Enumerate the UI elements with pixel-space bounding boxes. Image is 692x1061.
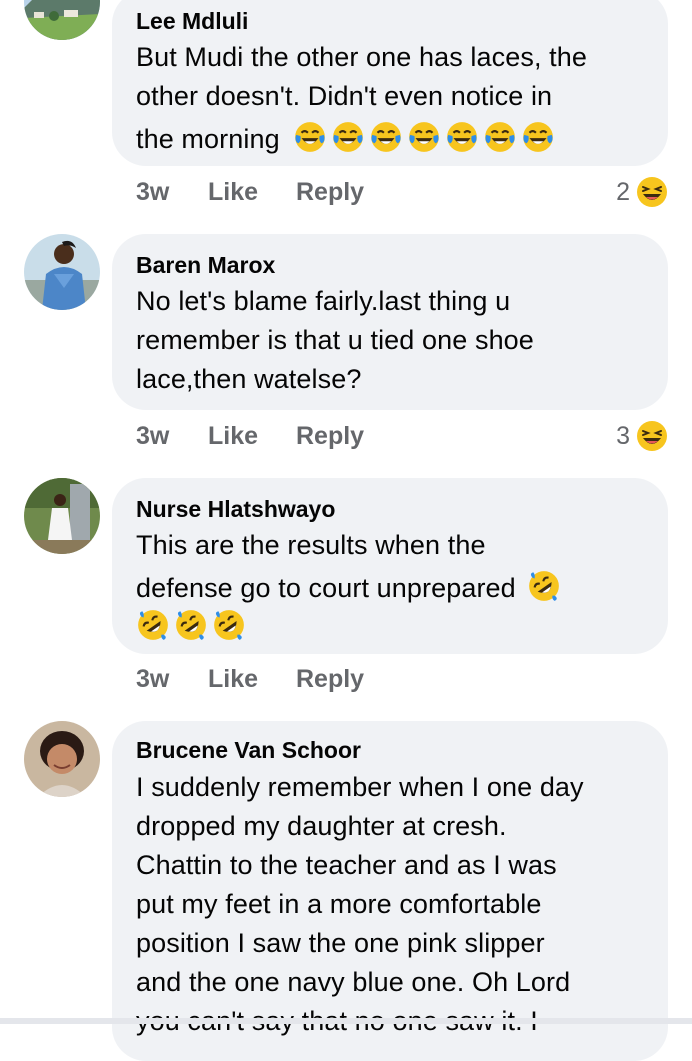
comment-text-line: remember is that u tied one shoe: [136, 325, 534, 355]
comment-text-line: This are the results when the: [136, 530, 486, 560]
avatar[interactable]: [24, 234, 100, 310]
comment-text-line: the morning: [136, 120, 559, 161]
reply-button[interactable]: Reply: [296, 665, 364, 694]
laugh-reaction-icon: [637, 177, 667, 207]
emoji-row: [293, 120, 559, 161]
rolling-laughing-emoji-icon: [529, 571, 560, 601]
comment-author[interactable]: Lee Mdluli: [136, 8, 248, 35]
avatar[interactable]: [24, 0, 100, 40]
like-button[interactable]: Like: [208, 178, 258, 207]
reaction-summary[interactable]: 3: [588, 421, 668, 458]
comment-text-segment: defense go to court unprepared: [136, 573, 516, 603]
comment-bubble: Nurse Hlatshwayo This are the results wh…: [112, 478, 668, 654]
emoji-line: [136, 608, 250, 649]
reaction-count: 3: [616, 422, 630, 450]
emoji-row: [136, 608, 250, 649]
tears-of-joy-emoji-icon: [409, 122, 440, 152]
reaction-summary[interactable]: 2: [588, 177, 668, 214]
comment-text-line: defense go to court unprepared: [136, 569, 565, 610]
tears-of-joy-emoji-icon: [523, 122, 554, 152]
like-button[interactable]: Like: [208, 422, 258, 451]
comment-text-line: put my feet in a more comfortable: [136, 889, 542, 919]
comment-text-line: I suddenly remember when I one day: [136, 772, 584, 802]
rolling-laughing-emoji-icon: [176, 610, 206, 640]
comment-text-line: No let's blame fairly.last thing u: [136, 286, 511, 316]
tears-of-joy-emoji-icon: [485, 122, 516, 152]
reaction-count: 2: [616, 178, 630, 206]
comment-actions: 3w Like Reply: [136, 665, 496, 701]
tears-of-joy-emoji-icon: [295, 122, 326, 152]
avatar[interactable]: [24, 478, 100, 554]
like-button[interactable]: Like: [208, 665, 258, 694]
reply-button[interactable]: Reply: [296, 422, 364, 451]
comment-bubble: Baren Marox No let's blame fairly.last t…: [112, 234, 668, 410]
comment-text-segment: the morning: [136, 124, 280, 154]
reply-button[interactable]: Reply: [296, 178, 364, 207]
comment-text-line: dropped my daughter at cresh.: [136, 811, 507, 841]
comment-author[interactable]: Nurse Hlatshwayo: [136, 496, 335, 523]
tears-of-joy-emoji-icon: [333, 122, 364, 152]
tears-of-joy-emoji-icon: [371, 122, 402, 152]
comment-author[interactable]: Brucene Van Schoor: [136, 737, 361, 764]
comment-text-line: Chattin to the teacher and as I was: [136, 850, 557, 880]
comment-actions: 3w Like Reply: [136, 178, 496, 214]
comment-time[interactable]: 3w: [136, 422, 169, 451]
comment-author[interactable]: Baren Marox: [136, 252, 275, 279]
comment-time[interactable]: 3w: [136, 665, 169, 694]
comment-text-line: lace,then watelse?: [136, 364, 362, 394]
laugh-reaction-icon: [637, 421, 667, 451]
comment-actions: 3w Like Reply: [136, 422, 496, 458]
bottom-scroll-edge: [0, 1018, 692, 1024]
comment-time[interactable]: 3w: [136, 178, 169, 207]
comment-text-line: position I saw the one pink slipper: [136, 928, 545, 958]
comment-text-line: But Mudi the other one has laces, the: [136, 42, 587, 72]
comment-bubble: Lee Mdluli But Mudi the other one has la…: [112, 0, 668, 166]
emoji-row: [527, 569, 565, 610]
comment-text-line: other doesn't. Didn't even notice in: [136, 81, 553, 111]
comment-text-line: and the one navy blue one. Oh Lord: [136, 967, 571, 997]
comment-bubble: Brucene Van Schoor I suddenly remember w…: [112, 721, 668, 1061]
rolling-laughing-emoji-icon: [214, 610, 244, 640]
rolling-laughing-emoji-icon: [138, 610, 168, 640]
avatar[interactable]: [24, 721, 100, 797]
tears-of-joy-emoji-icon: [447, 122, 478, 152]
